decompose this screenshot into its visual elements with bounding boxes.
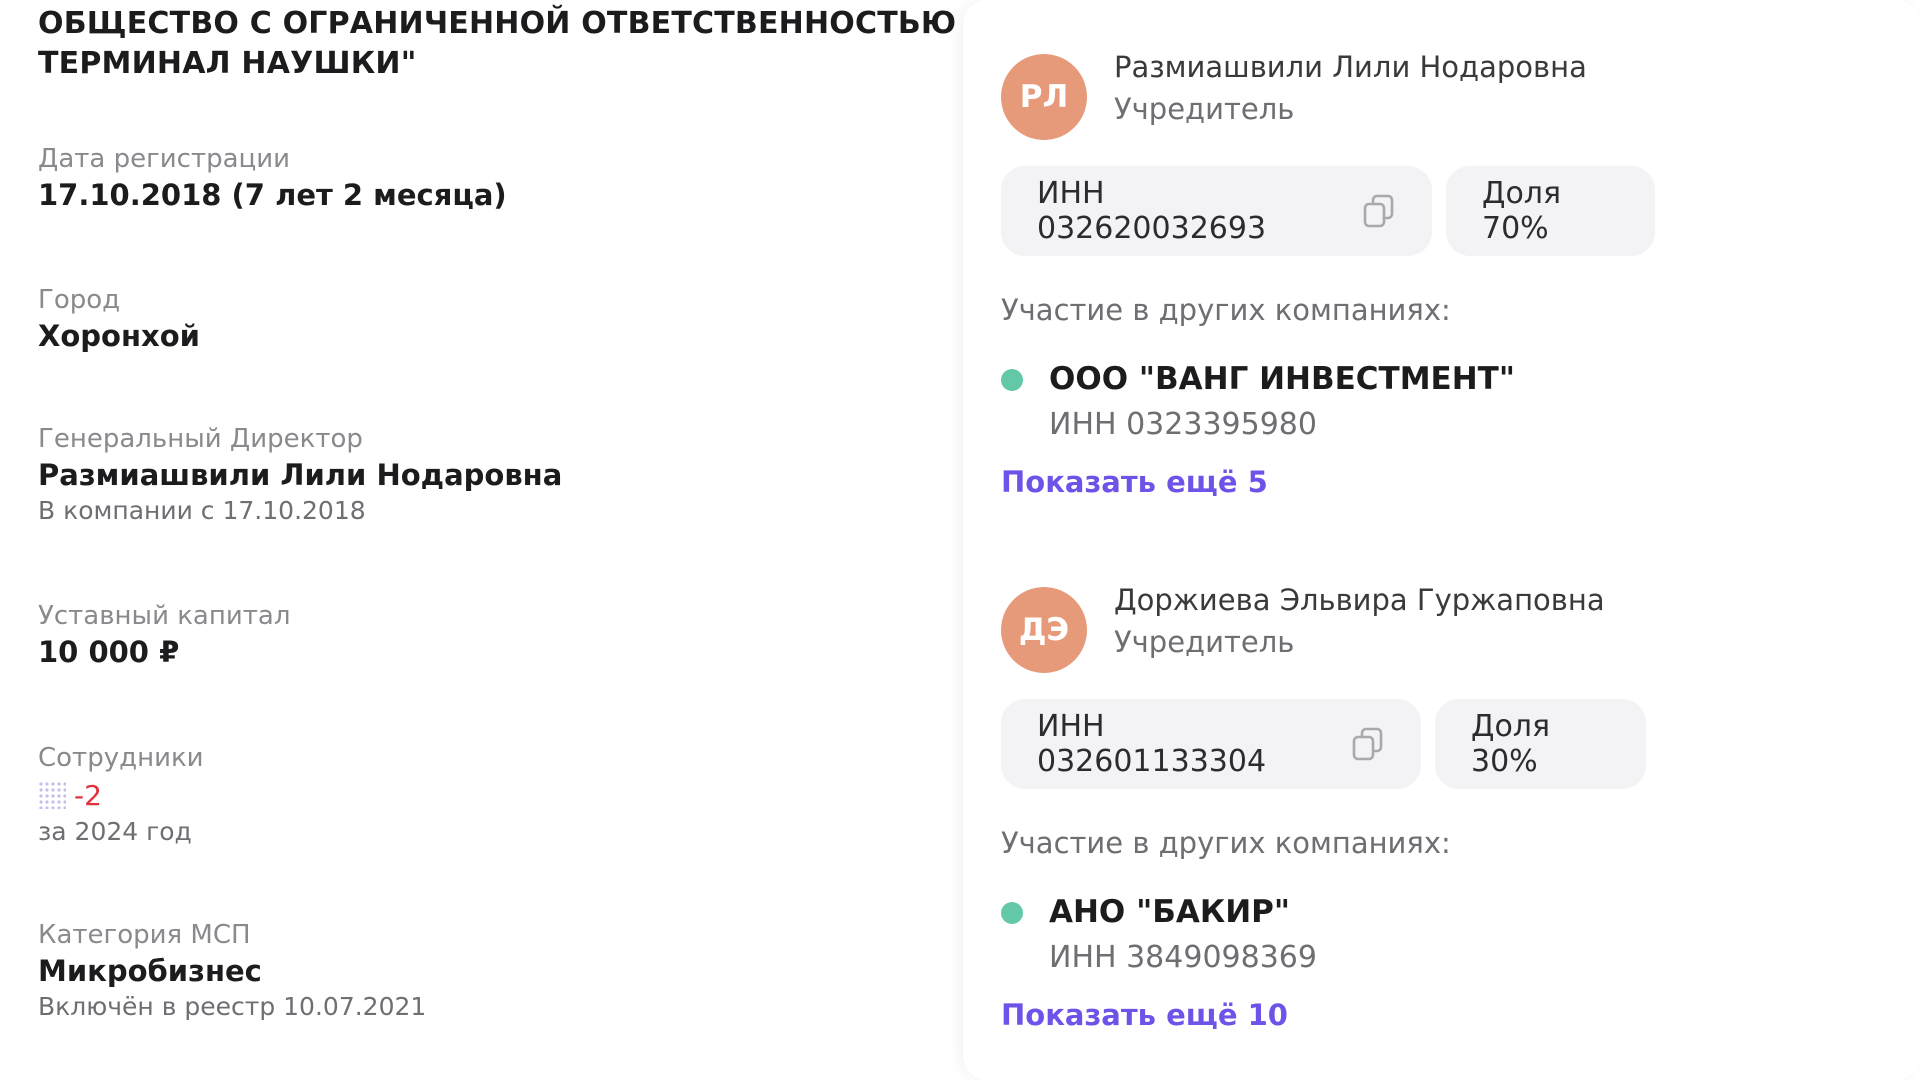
related-company: ООО "ВАНГ ИНВЕСТМЕНТ" ИНН 0323395980	[1001, 356, 1881, 448]
director-field: Генеральный Директор Размиашвили Лили Но…	[38, 422, 562, 528]
avatar: РЛ	[1001, 54, 1087, 140]
copy-icon[interactable]	[1351, 726, 1385, 762]
founder-info: Размиашвили Лили Нодаровна Учредитель	[1114, 46, 1587, 130]
founder-chips: ИНН 032620032693 Доля 70%	[1001, 166, 1881, 256]
employees-delta: -2	[74, 778, 102, 812]
related-company-text: ООО "ВАНГ ИНВЕСТМЕНТ" ИНН 0323395980	[1049, 356, 1515, 448]
employees-label: Сотрудники	[38, 743, 204, 773]
copy-icon[interactable]	[1362, 193, 1396, 229]
msp-value: Микробизнес	[38, 954, 262, 988]
city-label: Город	[38, 285, 121, 315]
related-company-name[interactable]: ООО "ВАНГ ИНВЕСТМЕНТ"	[1049, 356, 1515, 402]
city-field: Город Хоронхой	[38, 283, 200, 355]
registration-label: Дата регистрации	[38, 144, 291, 174]
capital-field: Уставный капитал 10 000 ₽	[38, 599, 290, 671]
founder-role: Учредитель	[1114, 625, 1295, 659]
show-more-link[interactable]: Показать ещё 10	[1001, 995, 1288, 1035]
share-chip: Доля 70%	[1446, 166, 1655, 256]
founder-header: ДЭ Доржиева Эльвира Гуржаповна Учредител…	[1001, 579, 1881, 673]
status-dot	[1001, 902, 1023, 924]
related-company: АНО "БАКИР" ИНН 3849098369	[1001, 889, 1881, 981]
related-company-inn: ИНН 3849098369	[1049, 940, 1317, 975]
company-card-page: ОБЩЕСТВО С ОГРАНИЧЕННОЙ ОТВЕТСТВЕННОСТЬЮ…	[0, 0, 1920, 1080]
status-dot	[1001, 369, 1023, 391]
director-name[interactable]: Размиашвили Лили Нодаровна	[38, 456, 562, 494]
founder-name[interactable]: Размиашвили Лили Нодаровна	[1114, 46, 1587, 88]
director-label: Генеральный Директор	[38, 424, 363, 454]
founder-card: РЛ Размиашвили Лили Нодаровна Учредитель…	[1001, 46, 1881, 502]
director-since: В компании с 17.10.2018	[38, 496, 366, 525]
related-company-text: АНО "БАКИР" ИНН 3849098369	[1049, 889, 1317, 981]
dots-icon	[38, 781, 66, 809]
company-details: ОБЩЕСТВО С ОГРАНИЧЕННОЙ ОТВЕТСТВЕННОСТЬЮ…	[38, 0, 963, 1080]
founder-info: Доржиева Эльвира Гуржаповна Учредитель	[1114, 579, 1605, 663]
related-company-name[interactable]: АНО "БАКИР"	[1049, 889, 1317, 935]
capital-value: 10 000 ₽	[38, 635, 180, 669]
founder-card: ДЭ Доржиева Эльвира Гуржаповна Учредител…	[1001, 579, 1881, 1035]
founder-name[interactable]: Доржиева Эльвира Гуржаповна	[1114, 579, 1605, 621]
registration-field: Дата регистрации 17.10.2018 (7 лет 2 мес…	[38, 142, 507, 214]
avatar: ДЭ	[1001, 587, 1087, 673]
msp-registry-date: Включён в реестр 10.07.2021	[38, 992, 427, 1021]
inn-chip: ИНН 032601133304	[1001, 699, 1421, 789]
city-value: Хоронхой	[38, 319, 200, 353]
inn-chip: ИНН 032620032693	[1001, 166, 1432, 256]
inn-value: ИНН 032620032693	[1037, 176, 1267, 246]
founders-panel: РЛ Размиашвили Лили Нодаровна Учредитель…	[963, 0, 1920, 1080]
msp-label: Категория МСП	[38, 920, 251, 950]
founder-header: РЛ Размиашвили Лили Нодаровна Учредитель	[1001, 46, 1881, 140]
registration-value: 17.10.2018 (7 лет 2 месяца)	[38, 178, 507, 212]
show-more-link[interactable]: Показать ещё 5	[1001, 462, 1268, 502]
inn-value: ИНН 032601133304	[1037, 709, 1267, 779]
msp-field: Категория МСП Микробизнес Включён в реес…	[38, 918, 426, 1024]
employees-period: за 2024 год	[38, 817, 192, 846]
founder-chips: ИНН 032601133304 Доля 30%	[1001, 699, 1881, 789]
participation-label: Участие в других компаниях:	[1001, 826, 1451, 860]
company-title: ОБЩЕСТВО С ОГРАНИЧЕННОЙ ОТВЕТСТВЕННОСТЬЮ…	[38, 6, 963, 81]
capital-label: Уставный капитал	[38, 601, 291, 631]
share-chip: Доля 30%	[1435, 699, 1646, 789]
founder-role: Учредитель	[1114, 92, 1295, 126]
employees-value: -2	[38, 775, 204, 815]
participation-label: Участие в других компаниях:	[1001, 293, 1451, 327]
related-company-inn: ИНН 0323395980	[1049, 407, 1317, 442]
employees-field: Сотрудники -2 за 2024 год	[38, 741, 204, 849]
